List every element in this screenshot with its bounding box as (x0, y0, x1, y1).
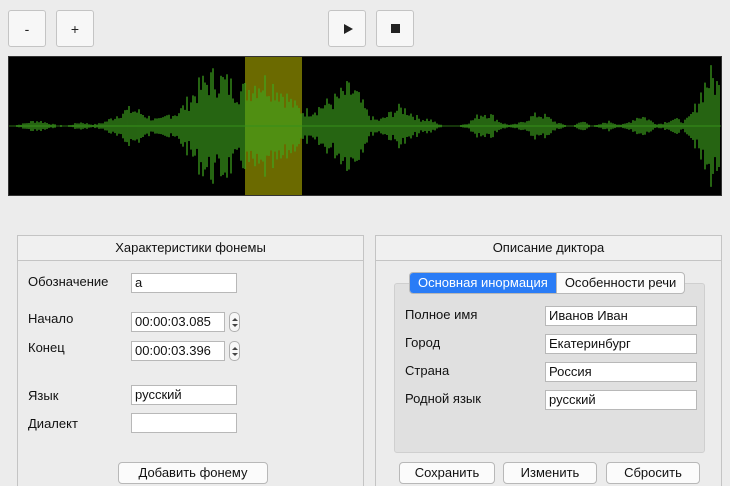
stepper-down-icon (231, 352, 238, 356)
city-field[interactable]: Екатеринбург (545, 334, 697, 354)
full-name-label: Полное имя (405, 307, 478, 322)
edit-button[interactable]: Изменить (503, 462, 597, 484)
speaker-panel: Описание диктора Основная инормация Особ… (375, 235, 722, 486)
language-field[interactable]: русский (131, 385, 237, 405)
phoneme-panel: Характеристики фонемы Обозначение а Нача… (17, 235, 364, 486)
stepper-down-icon (231, 323, 238, 327)
dialect-label: Диалект (28, 416, 78, 431)
native-language-label: Родной язык (405, 391, 481, 406)
play-button[interactable] (328, 10, 366, 47)
zoom-in-button[interactable]: + (56, 10, 94, 47)
save-button[interactable]: Сохранить (399, 462, 495, 484)
start-time-stepper[interactable] (229, 312, 240, 332)
speaker-tabs: Основная инормация Особенности речи (409, 272, 686, 294)
full-name-field[interactable]: Иванов Иван (545, 306, 697, 326)
waveform-view[interactable] (8, 56, 722, 196)
phoneme-panel-title: Характеристики фонемы (18, 236, 363, 261)
dialect-field[interactable] (131, 413, 237, 433)
speaker-panel-title: Описание диктора (376, 236, 721, 261)
waveform-canvas (9, 57, 721, 195)
zoom-out-button[interactable]: - (8, 10, 46, 47)
end-time-stepper[interactable] (229, 341, 240, 361)
tab-main-info[interactable]: Основная инормация (410, 273, 556, 293)
play-icon (343, 23, 353, 34)
tab-speech-features[interactable]: Особенности речи (555, 273, 684, 293)
end-label: Конец (28, 340, 65, 355)
start-time-field[interactable]: 00:00:03.085 (131, 312, 225, 332)
reset-button[interactable]: Сбросить (606, 462, 700, 484)
add-phoneme-button[interactable]: Добавить фонему (118, 462, 268, 484)
native-language-field[interactable]: русский (545, 390, 697, 410)
city-label: Город (405, 335, 441, 350)
stop-button[interactable] (376, 10, 414, 47)
end-time-field[interactable]: 00:00:03.396 (131, 341, 225, 361)
stepper-up-icon (231, 317, 238, 321)
language-label: Язык (28, 388, 59, 403)
stepper-up-icon (231, 346, 238, 350)
designation-label: Обозначение (28, 274, 109, 289)
country-field[interactable]: Россия (545, 362, 697, 382)
designation-field[interactable]: а (131, 273, 237, 293)
start-label: Начало (28, 311, 74, 326)
country-label: Страна (405, 363, 450, 378)
stop-icon (390, 24, 400, 33)
